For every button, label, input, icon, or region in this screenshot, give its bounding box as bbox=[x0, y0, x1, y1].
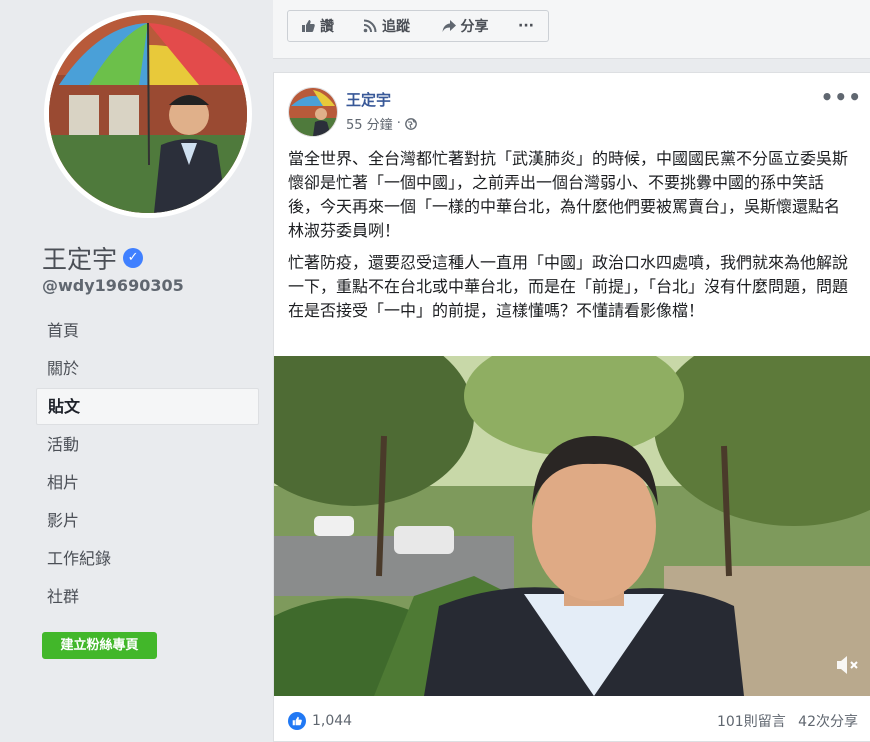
profile-picture[interactable] bbox=[44, 10, 252, 218]
comment-count[interactable]: 101則留言 bbox=[717, 714, 786, 730]
page-name[interactable]: 王定宇 ✓ bbox=[42, 240, 144, 276]
share-page-label: 分享 bbox=[460, 19, 489, 35]
rss-icon bbox=[363, 19, 377, 33]
globe-icon[interactable] bbox=[404, 117, 417, 130]
post-text: 當全世界、全台灣都忙著對抗「武漢肺炎」的時候，中國國民黨不分區立委吳斯懷卻是忙著… bbox=[288, 147, 854, 331]
post-footer: 1,044 101則留言 42次分享 bbox=[288, 709, 858, 733]
sidebar-item-posts[interactable]: 貼文 bbox=[36, 388, 259, 425]
page-handle[interactable]: @wdy19690305 bbox=[42, 276, 184, 295]
post-options-icon[interactable]: ••• bbox=[821, 85, 862, 109]
sidebar-nav: 首頁 關於 貼文 活動 相片 影片 工作紀錄 社群 bbox=[36, 312, 259, 616]
post-video[interactable] bbox=[274, 356, 870, 696]
thumbs-up-icon bbox=[302, 20, 315, 32]
post-paragraph-1: 當全世界、全台灣都忙著對抗「武漢肺炎」的時候，中國國民黨不分區立委吳斯懷卻是忙著… bbox=[288, 149, 849, 240]
share-arrow-icon bbox=[442, 20, 456, 32]
create-page-button[interactable]: 建立粉絲專頁 bbox=[42, 632, 157, 659]
follow-label: 追蹤 bbox=[382, 19, 410, 35]
more-options-label: ··· bbox=[518, 18, 534, 34]
more-options-button[interactable]: ··· bbox=[504, 10, 549, 42]
reaction-count[interactable]: 1,044 bbox=[312, 713, 352, 729]
post-meta: 55 分鐘 · bbox=[346, 114, 417, 133]
sidebar-item-events[interactable]: 活動 bbox=[36, 426, 259, 463]
sidebar-item-home[interactable]: 首頁 bbox=[36, 312, 259, 349]
post-author-name[interactable]: 王定宇 bbox=[346, 89, 391, 110]
share-page-button[interactable]: 分享 bbox=[426, 10, 505, 42]
video-frame-image bbox=[274, 356, 870, 696]
post-paragraph-2: 忙著防疫，還要忍受這種人一直用「中國」政治口水四處噴，我們就來為他解說一下，重點… bbox=[288, 253, 849, 320]
share-count[interactable]: 42次分享 bbox=[798, 714, 858, 730]
avatar-image bbox=[289, 88, 337, 136]
like-page-label: 讚 bbox=[320, 19, 334, 35]
profile-photo-image bbox=[49, 15, 247, 213]
sidebar-item-videos[interactable]: 影片 bbox=[36, 502, 259, 539]
sidebar-item-jobs[interactable]: 工作紀錄 bbox=[36, 540, 259, 577]
meta-separator: · bbox=[396, 116, 401, 131]
page-action-bar: 讚 追蹤 分享 ··· bbox=[273, 0, 870, 59]
page-name-text: 王定宇 bbox=[42, 245, 118, 274]
mute-button[interactable] bbox=[835, 654, 859, 680]
like-page-button[interactable]: 讚 bbox=[287, 10, 348, 42]
post-stats: 101則留言 42次分享 bbox=[709, 711, 858, 731]
post-timestamp[interactable]: 55 分鐘 bbox=[346, 114, 393, 133]
follow-button[interactable]: 追蹤 bbox=[347, 10, 427, 42]
post-card: 王定宇 55 分鐘 · ••• 當全世界、全台灣都忙著對抗「武漢肺炎」的時候，中… bbox=[273, 72, 870, 742]
sidebar-item-community[interactable]: 社群 bbox=[36, 578, 259, 615]
verified-badge-icon: ✓ bbox=[123, 248, 144, 268]
sidebar-item-photos[interactable]: 相片 bbox=[36, 464, 259, 501]
like-reaction-icon[interactable] bbox=[288, 712, 306, 730]
left-column: 王定宇 ✓ @wdy19690305 首頁 關於 貼文 活動 相片 影片 工作紀… bbox=[0, 0, 272, 742]
sidebar-item-about[interactable]: 關於 bbox=[36, 350, 259, 387]
speaker-muted-icon bbox=[837, 656, 858, 674]
post-author-avatar[interactable] bbox=[288, 87, 338, 137]
